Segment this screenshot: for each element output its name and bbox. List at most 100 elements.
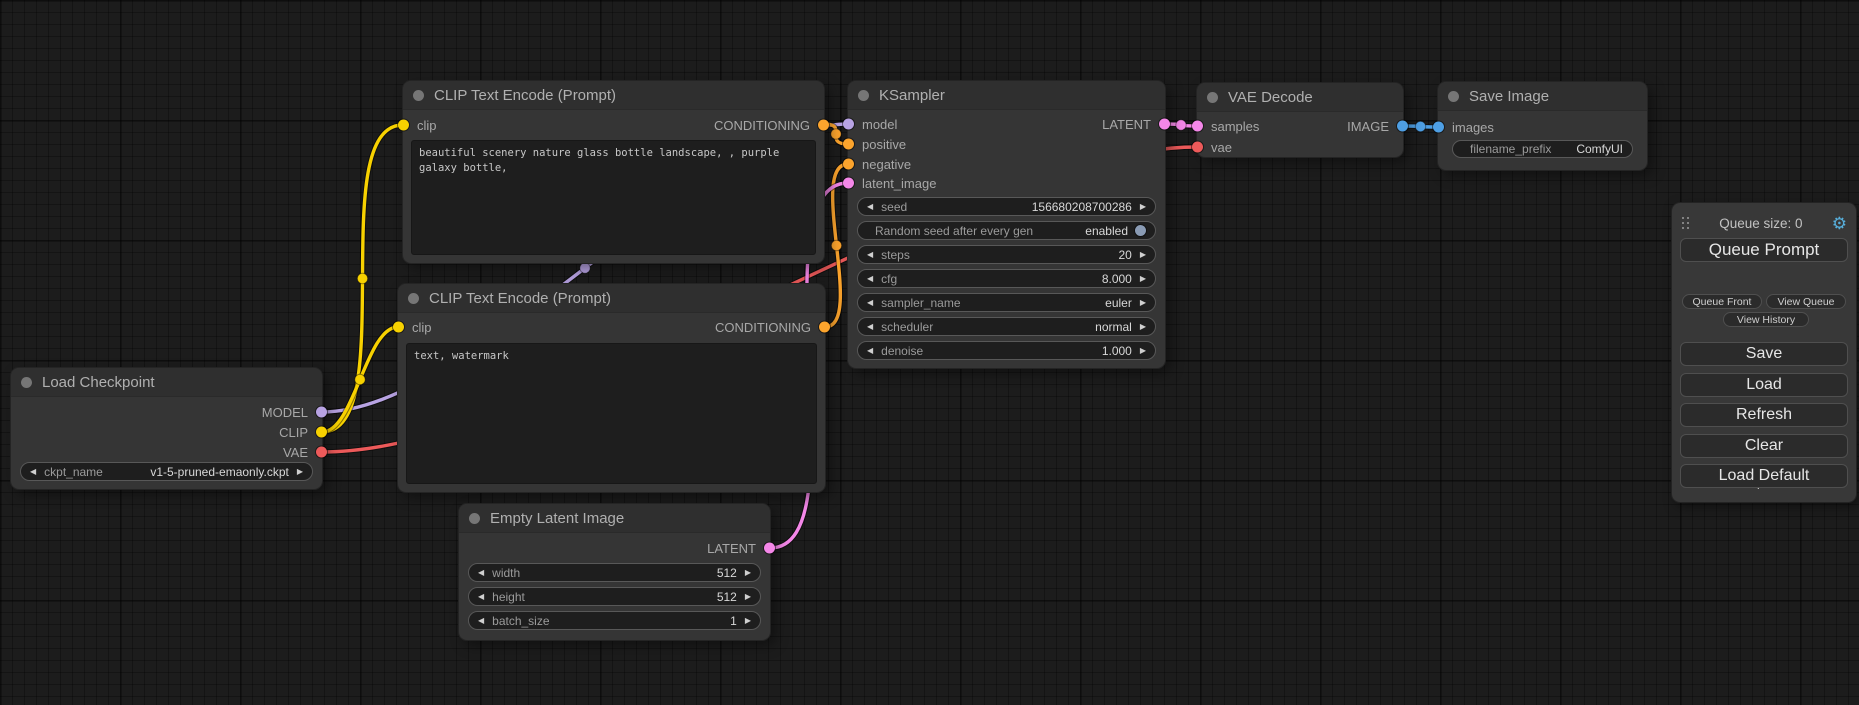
toggle-knob-icon[interactable]: [1135, 225, 1146, 236]
prev-arrow-icon[interactable]: ◀: [867, 347, 873, 355]
load-button[interactable]: Load: [1680, 373, 1848, 397]
queue-prompt-button[interactable]: Queue Prompt: [1680, 238, 1848, 262]
view-queue-button[interactable]: View Queue: [1766, 294, 1846, 309]
next-arrow-icon[interactable]: ▶: [1140, 203, 1146, 211]
widget-value: 512: [717, 566, 737, 580]
output-label-vae: VAE: [283, 445, 308, 460]
model-input-port[interactable]: [843, 119, 854, 130]
next-arrow-icon[interactable]: ▶: [1140, 323, 1146, 331]
denoise-widget[interactable]: ◀ denoise 1.000 ▶: [857, 341, 1156, 360]
drag-handle-icon[interactable]: [1681, 216, 1690, 230]
next-arrow-icon[interactable]: ▶: [745, 569, 751, 577]
next-arrow-icon[interactable]: ▶: [1140, 299, 1146, 307]
latent-output-port[interactable]: [1159, 119, 1170, 130]
load-default-button[interactable]: Load Default: [1680, 464, 1848, 488]
collapse-dot-icon[interactable]: [469, 513, 480, 524]
clip-input-port[interactable]: [398, 120, 409, 131]
height-widget[interactable]: ◀ height 512 ▶: [468, 587, 761, 606]
random-seed-toggle-widget[interactable]: Random seed after every gen enabled: [857, 221, 1156, 240]
node-title-bar[interactable]: Empty Latent Image: [459, 504, 770, 533]
output-label-clip: CLIP: [279, 425, 308, 440]
view-history-button[interactable]: View History: [1723, 312, 1809, 327]
next-arrow-icon[interactable]: ▶: [1140, 347, 1146, 355]
sampler-name-widget[interactable]: ◀ sampler_name euler ▶: [857, 293, 1156, 312]
collapse-dot-icon[interactable]: [858, 90, 869, 101]
next-arrow-icon[interactable]: ▶: [745, 593, 751, 601]
node-clip-text-encode-negative[interactable]: CLIP Text Encode (Prompt) clip CONDITION…: [398, 284, 825, 492]
prev-arrow-icon[interactable]: ◀: [867, 299, 873, 307]
queue-front-button[interactable]: Queue Front: [1682, 294, 1762, 309]
input-label-samples: samples: [1211, 119, 1259, 134]
images-input-port[interactable]: [1433, 122, 1444, 133]
vae-output-port[interactable]: [316, 447, 327, 458]
collapse-dot-icon[interactable]: [408, 293, 419, 304]
input-label-model: model: [862, 117, 897, 132]
positive-prompt-textarea[interactable]: beautiful scenery nature glass bottle la…: [411, 140, 816, 255]
save-button[interactable]: Save: [1680, 342, 1848, 366]
latent-output-port[interactable]: [764, 543, 775, 554]
node-title-bar[interactable]: Load Checkpoint: [11, 368, 322, 397]
node-title-bar[interactable]: KSampler: [848, 81, 1165, 110]
clip-input-port[interactable]: [393, 322, 404, 333]
clip-output-port[interactable]: [316, 427, 327, 438]
width-widget[interactable]: ◀ width 512 ▶: [468, 563, 761, 582]
vae-input-port[interactable]: [1192, 142, 1203, 153]
prev-arrow-icon[interactable]: ◀: [867, 251, 873, 259]
collapse-dot-icon[interactable]: [1448, 91, 1459, 102]
positive-input-port[interactable]: [843, 139, 854, 150]
settings-gear-icon[interactable]: ⚙: [1832, 215, 1847, 232]
model-output-port[interactable]: [316, 407, 327, 418]
prev-arrow-icon[interactable]: ◀: [867, 323, 873, 331]
conditioning-output-port[interactable]: [819, 322, 830, 333]
widget-label: height: [492, 590, 525, 604]
input-label-latent-image: latent_image: [862, 176, 936, 191]
node-vae-decode[interactable]: VAE Decode samples IMAGE vae: [1197, 83, 1403, 157]
widget-value: v1-5-pruned-emaonly.ckpt: [150, 465, 289, 479]
prev-arrow-icon[interactable]: ◀: [867, 203, 873, 211]
seed-widget[interactable]: ◀ seed 156680208700286 ▶: [857, 197, 1156, 216]
refresh-button[interactable]: Refresh: [1680, 403, 1848, 427]
output-label-latent: LATENT: [1102, 117, 1151, 132]
clear-button[interactable]: Clear: [1680, 434, 1848, 458]
node-load-checkpoint[interactable]: Load Checkpoint MODEL CLIP VAE ◀ ckpt_na…: [11, 368, 322, 489]
collapse-dot-icon[interactable]: [1207, 92, 1218, 103]
node-title-bar[interactable]: VAE Decode: [1197, 83, 1403, 112]
graph-canvas[interactable]: Load Checkpoint MODEL CLIP VAE ◀ ckpt_na…: [0, 0, 1859, 705]
prev-arrow-icon[interactable]: ◀: [867, 275, 873, 283]
node-empty-latent-image[interactable]: Empty Latent Image LATENT ◀ width 512 ▶ …: [459, 504, 770, 640]
samples-input-port[interactable]: [1192, 121, 1203, 132]
input-label-vae: vae: [1211, 140, 1232, 155]
next-arrow-icon[interactable]: ▶: [1140, 275, 1146, 283]
filename-prefix-widget[interactable]: filename_prefix ComfyUI: [1452, 140, 1633, 158]
next-arrow-icon[interactable]: ▶: [1140, 251, 1146, 259]
node-title-bar[interactable]: Save Image: [1438, 82, 1647, 111]
scheduler-widget[interactable]: ◀ scheduler normal ▶: [857, 317, 1156, 336]
batch-size-widget[interactable]: ◀ batch_size 1 ▶: [468, 611, 761, 630]
widget-label: filename_prefix: [1470, 142, 1551, 156]
node-title-bar[interactable]: CLIP Text Encode (Prompt): [403, 81, 824, 110]
steps-widget[interactable]: ◀ steps 20 ▶: [857, 245, 1156, 264]
node-ksampler[interactable]: KSampler model LATENT positive negative …: [848, 81, 1165, 368]
next-arrow-icon[interactable]: ▶: [297, 468, 303, 476]
collapse-dot-icon[interactable]: [413, 90, 424, 101]
widget-value: 512: [717, 590, 737, 604]
widget-value: ComfyUI: [1576, 142, 1623, 156]
widget-value: 1.000: [1102, 344, 1132, 358]
ckpt-name-widget[interactable]: ◀ ckpt_name v1-5-pruned-emaonly.ckpt ▶: [20, 462, 313, 481]
node-title-bar[interactable]: CLIP Text Encode (Prompt): [398, 284, 825, 313]
prev-arrow-icon[interactable]: ◀: [478, 569, 484, 577]
node-clip-text-encode-positive[interactable]: CLIP Text Encode (Prompt) clip CONDITION…: [403, 81, 824, 263]
prev-arrow-icon[interactable]: ◀: [30, 468, 36, 476]
cfg-widget[interactable]: ◀ cfg 8.000 ▶: [857, 269, 1156, 288]
node-title: CLIP Text Encode (Prompt): [434, 87, 616, 104]
image-output-port[interactable]: [1397, 121, 1408, 132]
prev-arrow-icon[interactable]: ◀: [478, 593, 484, 601]
conditioning-output-port[interactable]: [818, 120, 829, 131]
prev-arrow-icon[interactable]: ◀: [478, 617, 484, 625]
latent-image-input-port[interactable]: [843, 178, 854, 189]
negative-prompt-textarea[interactable]: text, watermark: [406, 343, 817, 484]
node-save-image[interactable]: Save Image images filename_prefix ComfyU…: [1438, 82, 1647, 170]
next-arrow-icon[interactable]: ▶: [745, 617, 751, 625]
collapse-dot-icon[interactable]: [21, 377, 32, 388]
negative-input-port[interactable]: [843, 159, 854, 170]
